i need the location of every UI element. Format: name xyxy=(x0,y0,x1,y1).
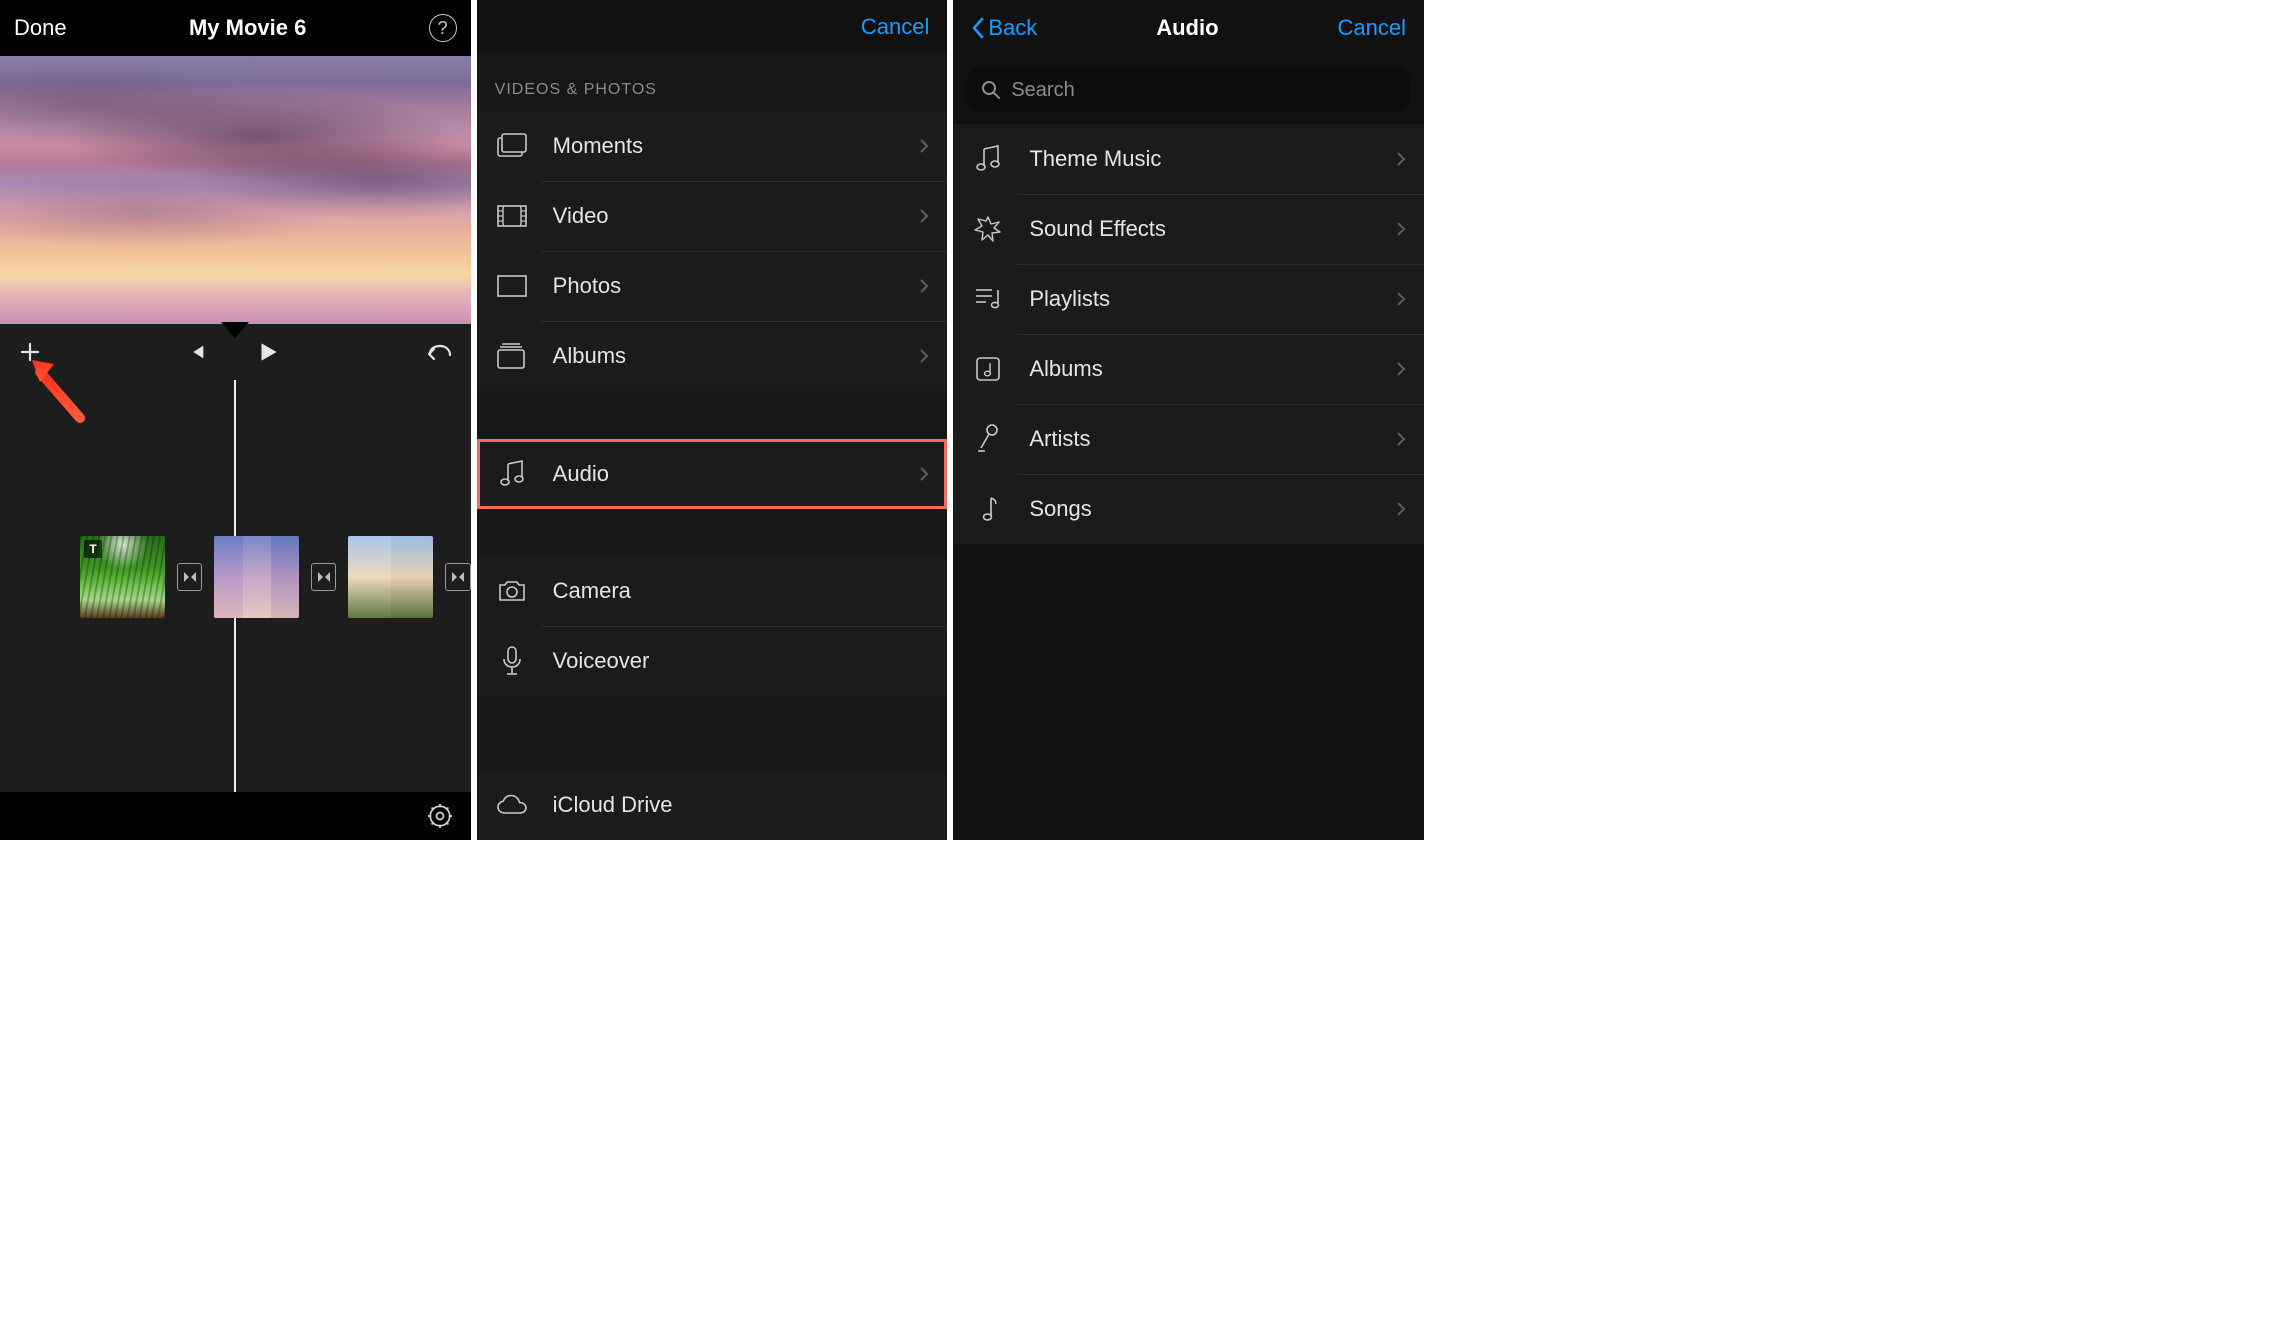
video-preview[interactable] xyxy=(0,56,471,324)
chevron-right-icon xyxy=(919,348,929,364)
search-placeholder: Search xyxy=(1011,79,1074,102)
page-title: Audio xyxy=(1156,15,1218,41)
row-label: Voiceover xyxy=(553,648,930,674)
done-button[interactable]: Done xyxy=(14,15,67,41)
microphone-icon xyxy=(495,646,529,676)
row-label: Artists xyxy=(1029,426,1372,452)
timeline-clip[interactable] xyxy=(214,536,299,618)
chevron-right-icon xyxy=(1396,431,1406,447)
add-media-button[interactable] xyxy=(18,340,42,364)
row-label: Albums xyxy=(1029,356,1372,382)
row-label: Camera xyxy=(553,578,930,604)
row-label: Moments xyxy=(553,133,896,159)
photo-icon xyxy=(495,275,529,297)
chevron-right-icon xyxy=(1396,291,1406,307)
audio-row[interactable]: Audio xyxy=(477,439,948,509)
camera-row[interactable]: Camera xyxy=(477,556,948,626)
moments-icon xyxy=(495,133,529,159)
video-row[interactable]: Video xyxy=(477,181,948,251)
chevron-right-icon xyxy=(919,466,929,482)
undo-button[interactable] xyxy=(425,340,453,364)
row-label: Songs xyxy=(1029,496,1372,522)
photos-row[interactable]: Photos xyxy=(477,251,948,321)
search-icon xyxy=(981,80,1001,100)
editor-header: Done My Movie 6 ? xyxy=(0,0,471,56)
chevron-right-icon xyxy=(919,138,929,154)
media-picker-panel: Cancel VIDEOS & PHOTOS Moments Video Pho… xyxy=(477,0,954,840)
icloud-drive-row[interactable]: iCloud Drive xyxy=(477,770,948,840)
mic-stand-icon xyxy=(971,424,1005,454)
media-picker-header: Cancel xyxy=(477,0,948,53)
playhead-marker-icon xyxy=(221,322,249,338)
play-button[interactable] xyxy=(255,339,281,365)
row-label: Sound Effects xyxy=(1029,216,1372,242)
section-gap xyxy=(477,391,948,438)
icloud-section: iCloud Drive xyxy=(477,770,948,840)
camera-icon xyxy=(495,579,529,603)
albums-row[interactable]: Albums xyxy=(477,321,948,391)
search-input[interactable]: Search xyxy=(967,68,1410,112)
section-header: VIDEOS & PHOTOS xyxy=(477,53,948,111)
sound-effects-row[interactable]: Sound Effects xyxy=(953,194,1424,264)
transport-controls xyxy=(0,324,471,380)
cloud-icon xyxy=(495,794,529,816)
albums-row[interactable]: Albums xyxy=(953,334,1424,404)
capture-section: Camera Voiceover xyxy=(477,556,948,696)
music-note-icon xyxy=(971,145,1005,173)
single-note-icon xyxy=(971,495,1005,523)
project-title: My Movie 6 xyxy=(189,15,306,41)
row-label: Theme Music xyxy=(1029,146,1372,172)
chevron-right-icon xyxy=(919,278,929,294)
filmstrip-icon xyxy=(495,205,529,227)
skip-start-button[interactable] xyxy=(185,341,207,363)
back-button[interactable]: Back xyxy=(971,15,1037,41)
row-label: Albums xyxy=(553,343,896,369)
timeline-clip[interactable] xyxy=(348,536,433,618)
theme-music-row[interactable]: Theme Music xyxy=(953,124,1424,194)
row-label: Audio xyxy=(553,461,896,487)
row-label: Photos xyxy=(553,273,896,299)
row-label: Video xyxy=(553,203,896,229)
chevron-right-icon xyxy=(1396,361,1406,377)
playlists-row[interactable]: Playlists xyxy=(953,264,1424,334)
settings-button[interactable] xyxy=(427,803,453,829)
section-gap xyxy=(477,696,948,770)
cancel-button[interactable]: Cancel xyxy=(861,14,929,40)
clip-row xyxy=(0,536,471,618)
audio-picker-header: Back Audio Cancel xyxy=(953,0,1424,56)
row-label: Playlists xyxy=(1029,286,1372,312)
transition-button[interactable] xyxy=(177,563,202,591)
audio-categories-list: Theme Music Sound Effects Playlists Albu… xyxy=(953,124,1424,544)
cancel-button[interactable]: Cancel xyxy=(1338,15,1406,41)
playlist-icon xyxy=(971,286,1005,312)
voiceover-row[interactable]: Voiceover xyxy=(477,626,948,696)
albums-icon xyxy=(495,343,529,369)
artists-row[interactable]: Artists xyxy=(953,404,1424,474)
transition-button[interactable] xyxy=(445,563,470,591)
chevron-right-icon xyxy=(1396,151,1406,167)
songs-row[interactable]: Songs xyxy=(953,474,1424,544)
editor-panel: Done My Movie 6 ? xyxy=(0,0,477,840)
audio-picker-panel: Back Audio Cancel Search Theme Music Sou… xyxy=(953,0,1430,840)
album-icon xyxy=(971,356,1005,382)
editor-footer xyxy=(0,792,471,840)
music-note-icon xyxy=(495,460,529,488)
videos-photos-list: Moments Video Photos Albums xyxy=(477,111,948,391)
back-label: Back xyxy=(988,15,1037,41)
audio-section: Audio xyxy=(477,439,948,509)
timeline-clip[interactable] xyxy=(80,536,165,618)
transition-button[interactable] xyxy=(311,563,336,591)
row-label: iCloud Drive xyxy=(553,792,930,818)
section-gap xyxy=(477,509,948,556)
timeline[interactable] xyxy=(0,380,471,792)
chevron-right-icon xyxy=(1396,221,1406,237)
chevron-right-icon xyxy=(1396,501,1406,517)
chevron-left-icon xyxy=(971,17,984,39)
burst-icon xyxy=(971,215,1005,243)
help-button[interactable]: ? xyxy=(429,14,457,42)
chevron-right-icon xyxy=(919,208,929,224)
moments-row[interactable]: Moments xyxy=(477,111,948,181)
